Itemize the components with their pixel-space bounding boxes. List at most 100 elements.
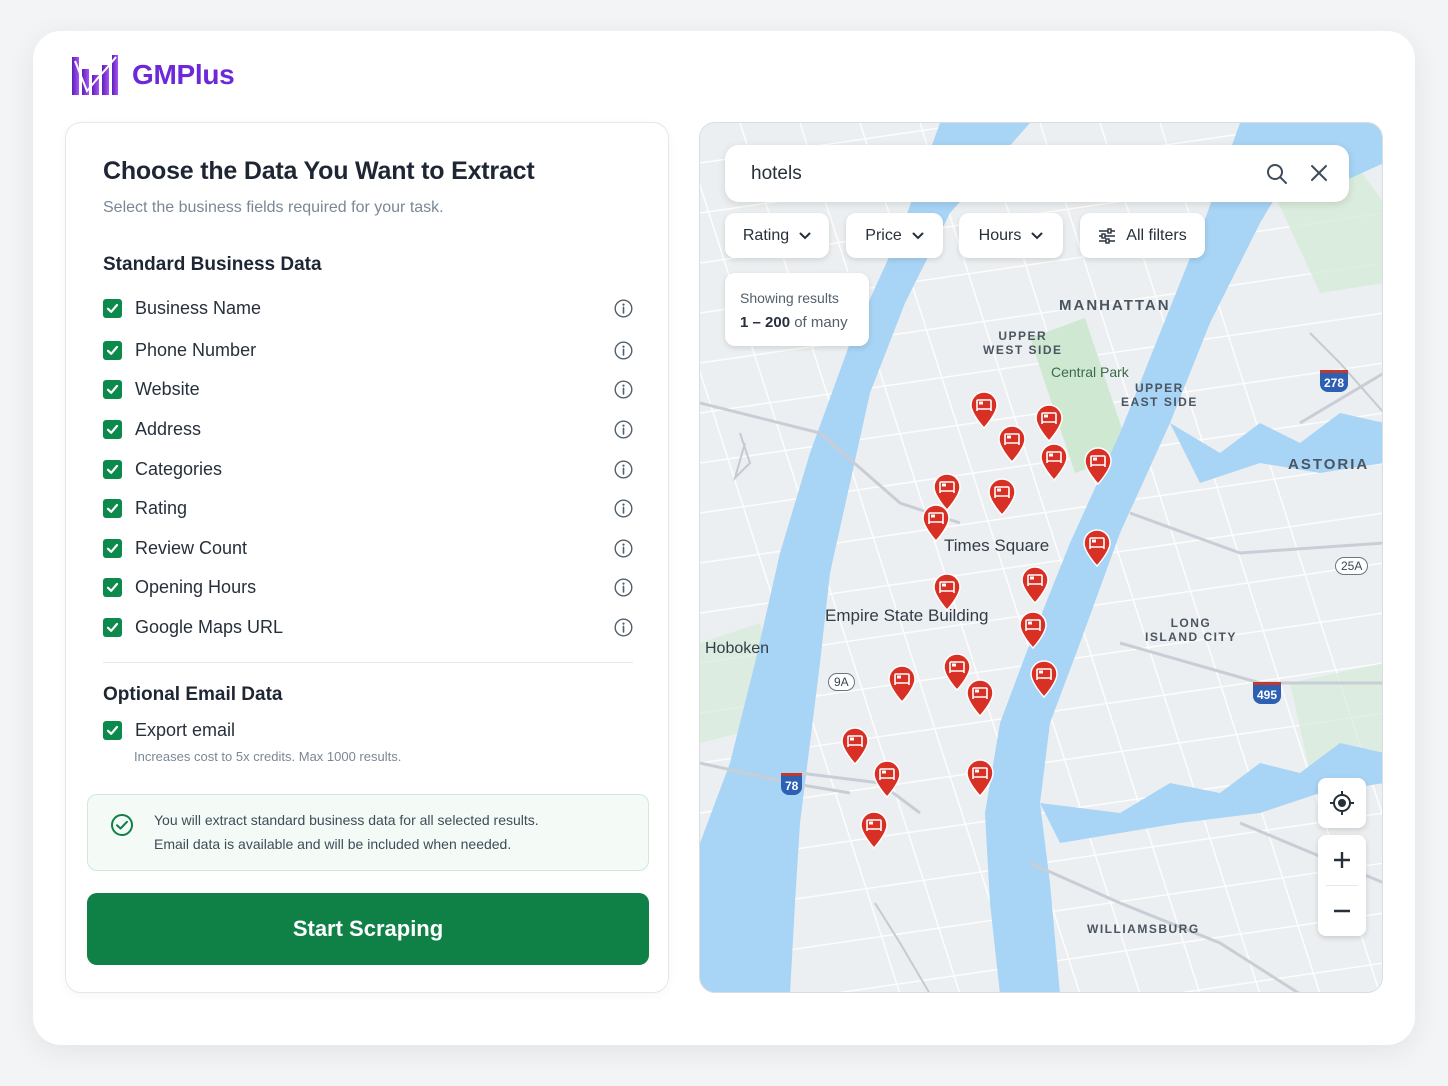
sliders-icon bbox=[1099, 227, 1116, 244]
info-icon[interactable] bbox=[614, 538, 633, 558]
field-row[interactable]: Phone Number bbox=[103, 336, 633, 364]
hotel-pin-icon[interactable] bbox=[969, 391, 999, 430]
filter-all[interactable]: All filters bbox=[1080, 213, 1205, 258]
hotel-pin-icon[interactable] bbox=[1082, 529, 1112, 568]
map-search-bar[interactable]: hotels bbox=[725, 145, 1349, 202]
filter-hours[interactable]: Hours bbox=[959, 213, 1063, 258]
hotel-pin-icon[interactable] bbox=[859, 811, 889, 850]
filter-all-label: All filters bbox=[1126, 226, 1187, 244]
field-row[interactable]: Business Name bbox=[103, 294, 633, 322]
brand[interactable]: GMPlus bbox=[72, 55, 235, 95]
info-icon[interactable] bbox=[614, 298, 633, 318]
info-icon[interactable] bbox=[614, 419, 633, 439]
my-location-icon[interactable] bbox=[1329, 790, 1355, 816]
field-row[interactable]: Review Count bbox=[103, 534, 633, 562]
map-search-input[interactable]: hotels bbox=[751, 163, 802, 185]
chevron-down-icon bbox=[1031, 232, 1043, 239]
hotel-pin-icon[interactable] bbox=[1083, 447, 1113, 486]
notice-line-1: You will extract standard business data … bbox=[154, 812, 539, 828]
hotel-pin-icon[interactable] bbox=[1018, 611, 1048, 650]
field-checkbox[interactable] bbox=[103, 498, 122, 518]
export-email-checkbox-row[interactable]: Export email bbox=[103, 716, 633, 744]
label-central-park: Central Park bbox=[1051, 364, 1129, 380]
filter-price[interactable]: Price bbox=[846, 213, 943, 258]
brand-name: GMPlus bbox=[132, 59, 235, 90]
results-range-value: 1 – 200 bbox=[740, 314, 791, 331]
zoom-control bbox=[1318, 835, 1366, 936]
panel-title: Choose the Data You Want to Extract bbox=[103, 157, 535, 185]
section-divider bbox=[103, 662, 633, 663]
info-icon[interactable] bbox=[614, 617, 633, 637]
search-icon[interactable] bbox=[1266, 163, 1288, 185]
label-upper-west-side: UPPER WEST SIDE bbox=[983, 329, 1063, 357]
notice-line-2: Email data is available and will be incl… bbox=[154, 836, 512, 852]
field-checkbox[interactable] bbox=[103, 298, 122, 318]
field-label: Categories bbox=[135, 458, 223, 479]
check-circle-icon bbox=[111, 814, 133, 836]
field-checkbox[interactable] bbox=[103, 577, 122, 597]
field-row[interactable]: Google Maps URL bbox=[103, 613, 633, 641]
my-location-control[interactable] bbox=[1318, 778, 1366, 828]
field-checkbox[interactable] bbox=[103, 340, 122, 360]
info-icon[interactable] bbox=[614, 577, 633, 597]
standard-section-title: Standard Business Data bbox=[103, 254, 322, 275]
shield-i78: 78 bbox=[781, 773, 803, 795]
hotel-pin-icon[interactable] bbox=[1020, 566, 1050, 605]
field-checkbox[interactable] bbox=[103, 459, 122, 479]
zoom-out-button[interactable] bbox=[1318, 886, 1366, 936]
export-email-label: Export email bbox=[135, 719, 236, 740]
field-label: Rating bbox=[135, 497, 188, 518]
hotel-pin-icon[interactable] bbox=[987, 478, 1017, 517]
label-times-square: Times Square bbox=[944, 536, 1050, 555]
field-label: Review Count bbox=[135, 537, 248, 558]
shield-i278: 278 bbox=[1320, 370, 1349, 392]
field-label: Business Name bbox=[135, 297, 262, 318]
info-icon[interactable] bbox=[614, 340, 633, 360]
filter-rating-label: Rating bbox=[742, 226, 790, 244]
field-checkbox[interactable] bbox=[103, 617, 122, 637]
field-row[interactable]: Address bbox=[103, 415, 633, 443]
filter-rating[interactable]: Rating bbox=[725, 213, 829, 258]
close-icon[interactable] bbox=[1310, 164, 1328, 182]
check-icon bbox=[106, 543, 119, 553]
hotel-pin-icon[interactable] bbox=[872, 760, 902, 799]
shield-i495: 495 bbox=[1253, 682, 1282, 704]
label-williamsburg: WILLIAMSBURG bbox=[1087, 922, 1200, 936]
info-icon[interactable] bbox=[614, 459, 633, 479]
hotel-pin-icon[interactable] bbox=[997, 425, 1027, 464]
label-empire-state-building: Empire State Building bbox=[825, 606, 989, 625]
label-long-island-city: LONG ISLAND CITY bbox=[1145, 616, 1237, 644]
hotel-pin-icon[interactable] bbox=[887, 665, 917, 704]
filter-hours-label: Hours bbox=[978, 226, 1022, 244]
map-view[interactable]: MANHATTAN UPPER WEST SIDE Central Park U… bbox=[699, 122, 1383, 993]
zoom-in-button[interactable] bbox=[1318, 835, 1366, 885]
hotel-pin-icon[interactable] bbox=[965, 759, 995, 798]
minus-icon bbox=[1334, 909, 1350, 913]
check-icon bbox=[106, 725, 119, 735]
results-range: 1 – 200 of many bbox=[740, 314, 848, 331]
export-email-checkbox[interactable] bbox=[103, 720, 122, 740]
label-astoria: ASTORIA bbox=[1288, 456, 1370, 473]
field-checkbox[interactable] bbox=[103, 419, 122, 439]
optional-section-title: Optional Email Data bbox=[103, 684, 283, 705]
info-icon[interactable] bbox=[614, 498, 633, 518]
check-icon bbox=[106, 622, 119, 632]
hotel-pin-icon[interactable] bbox=[840, 727, 870, 766]
check-icon bbox=[106, 384, 119, 394]
hotel-pin-icon[interactable] bbox=[1034, 404, 1064, 443]
field-row[interactable]: Website bbox=[103, 375, 633, 403]
check-icon bbox=[106, 303, 119, 313]
field-row[interactable]: Rating bbox=[103, 494, 633, 522]
field-row[interactable]: Categories bbox=[103, 455, 633, 483]
hotel-pin-icon[interactable] bbox=[1039, 443, 1069, 482]
check-icon bbox=[106, 345, 119, 355]
field-row[interactable]: Opening Hours bbox=[103, 573, 633, 601]
hotel-pin-icon[interactable] bbox=[965, 679, 995, 718]
start-scraping-button[interactable]: Start Scraping bbox=[87, 893, 649, 965]
field-label: Address bbox=[135, 418, 202, 439]
info-icon[interactable] bbox=[614, 379, 633, 399]
field-checkbox[interactable] bbox=[103, 538, 122, 558]
extraction-panel: Choose the Data You Want to Extract Sele… bbox=[65, 122, 669, 993]
field-checkbox[interactable] bbox=[103, 379, 122, 399]
hotel-pin-icon[interactable] bbox=[1029, 660, 1059, 699]
